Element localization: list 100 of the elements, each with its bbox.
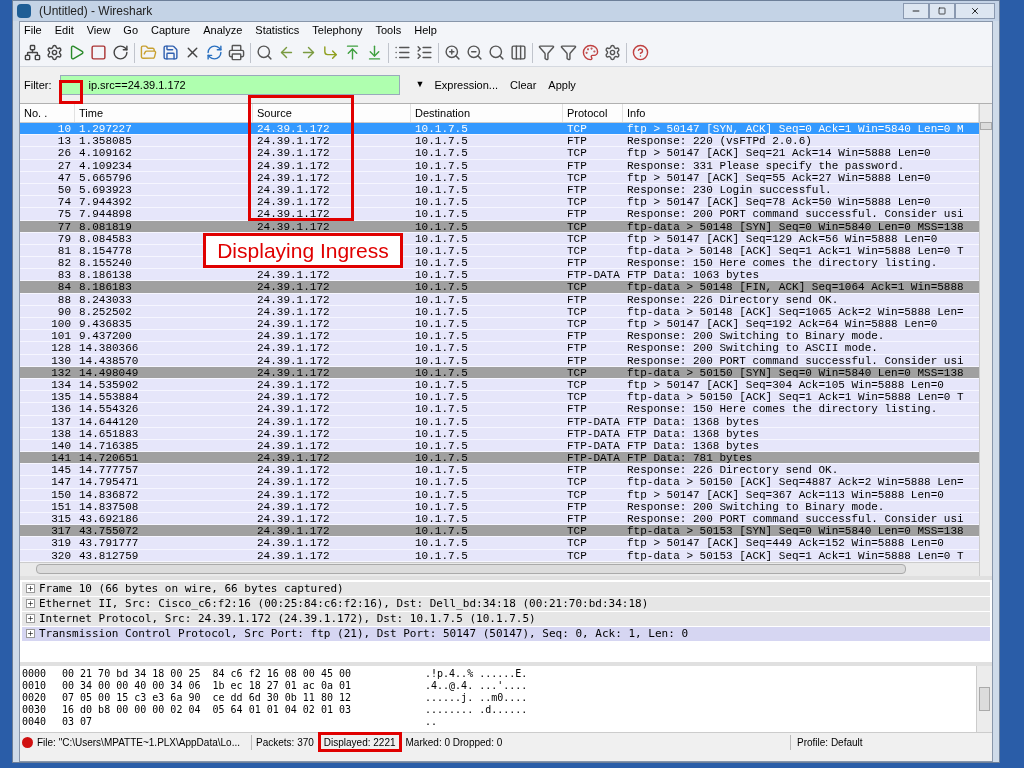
forward-icon[interactable] <box>300 44 317 61</box>
table-cell-text: TCP <box>566 488 588 500</box>
packet-row[interactable]: 319 43.791777 24.39.1.172 10.1.7.5 TCP ftp > 50147 [ACK] Seq=449 Ack=152 Win=5888 Len=0 <box>20 537 979 550</box>
table-cell-text: FTP <box>566 183 588 196</box>
dropdown-arrow[interactable]: ▼ <box>415 78 425 92</box>
table-cell-text: 9.437200 <box>78 330 133 342</box>
column-header[interactable]: Source <box>253 104 411 122</box>
preferences-icon[interactable] <box>604 44 621 61</box>
capture-filter-icon[interactable] <box>538 44 555 61</box>
table-cell-text: 88 <box>56 293 72 305</box>
packet-row[interactable]: 26 4.109162 24.39.1.172 10.1.7.5 TCP ftp > 50147 [ACK] Seq=21 Ack=14 Win=5888 Len=0 <box>20 147 979 160</box>
table-cell-text: 10.1.7.5 <box>414 513 469 525</box>
table-cell-text: 79 <box>56 232 72 244</box>
stop-icon[interactable] <box>90 44 107 61</box>
menu-item[interactable]: Go <box>123 22 139 39</box>
column-header[interactable]: Time <box>75 104 253 122</box>
interfaces-icon[interactable] <box>24 44 41 61</box>
packet-row[interactable]: 84 8.186183 24.39.1.172 10.1.7.5 TCP ftp-data > 50148 [FIN, ACK] Seq=1064 Ack=1 Win=5888 <box>20 281 979 294</box>
expand-icon[interactable] <box>26 614 35 624</box>
table-cell-text: 8.186138 <box>78 269 133 281</box>
table-cell-text: 43.791777 <box>78 537 140 549</box>
menu-item[interactable]: Edit <box>54 22 74 39</box>
hex-offset: 0020 <box>22 691 48 704</box>
table-cell-text: 14.535902 <box>78 378 140 391</box>
table-cell-text: TCP <box>566 147 588 159</box>
reload-icon[interactable] <box>206 44 223 61</box>
table-cell-text: 135 <box>50 391 72 403</box>
resize-columns-icon[interactable] <box>510 44 527 61</box>
last-icon[interactable] <box>366 44 383 61</box>
packet-row[interactable]: 101 9.437200 24.39.1.172 10.1.7.5 FTP Response: 200 Switching to Binary mode. <box>20 330 979 343</box>
menu-item[interactable]: Help <box>414 22 437 39</box>
filter-field[interactable]: ip.src==24.39.1.172 <box>59 75 400 95</box>
table-cell-text: FTP-DATA <box>566 439 621 452</box>
go-to-icon[interactable] <box>322 44 339 61</box>
packet-row[interactable]: 83 8.186138 24.39.1.172 10.1.7.5 FTP-DATA FTP Data: 1063 bytes <box>20 269 979 282</box>
expand-icon[interactable] <box>26 584 35 594</box>
zoom-in-icon[interactable] <box>444 44 461 61</box>
expand-icon[interactable] <box>26 599 35 609</box>
packet-row[interactable]: 13 1.358085 24.39.1.172 10.1.7.5 FTP Response: 220 (vsFTPd 2.0.6) <box>20 135 979 148</box>
table-cell-text: 14.498049 <box>78 366 140 378</box>
table-cell-text: TCP <box>566 220 588 232</box>
table-cell-text: 90 <box>56 305 72 317</box>
packet-row[interactable]: 74 7.944392 24.39.1.172 10.1.7.5 TCP ftp > 50147 [ACK] Seq=78 Ack=50 Win=5888 Len=0 <box>20 196 979 209</box>
coloring-icon[interactable] <box>582 44 599 61</box>
filter-action-button[interactable]: Expression... <box>432 76 500 94</box>
column-header[interactable]: Destination <box>411 104 563 122</box>
menu-item[interactable]: Analyze <box>203 22 243 39</box>
zoom-out-icon[interactable] <box>466 44 483 61</box>
menu-item[interactable]: Tools <box>375 22 402 39</box>
packet-row[interactable]: 128 14.380366 24.39.1.172 10.1.7.5 FTP Response: 200 Switching to ASCII mode. <box>20 342 979 355</box>
packet-row[interactable]: 141 14.720651 24.39.1.172 10.1.7.5 FTP-DATA FTP Data: 781 bytes <box>20 452 979 465</box>
minimize-icon[interactable] <box>903 3 929 19</box>
hex-offset: 0010 <box>22 679 48 692</box>
table-cell-text: 140 <box>50 439 72 452</box>
first-icon[interactable] <box>344 44 361 61</box>
menu-item[interactable]: Statistics <box>255 22 300 39</box>
table-cell-text: Response: 200 PORT command successful. Consider usi <box>626 354 964 366</box>
hex-ascii: .4..@.4. ...'.... <box>425 679 528 692</box>
menu-item[interactable]: File <box>24 22 42 39</box>
autoscroll-icon[interactable] <box>416 44 433 61</box>
save-icon[interactable] <box>162 44 179 61</box>
settings-icon[interactable] <box>46 44 63 61</box>
packet-row[interactable]: 315 43.692186 24.39.1.172 10.1.7.5 FTP Response: 200 PORT command successful. Consider usi <box>20 513 979 526</box>
menu-item[interactable]: Telephony <box>312 22 363 39</box>
table-cell-text: 1.297227 <box>78 123 133 135</box>
table-cell-text: 10.1.7.5 <box>414 537 469 549</box>
list-icon[interactable] <box>394 44 411 61</box>
packet-row[interactable]: 100 9.436835 24.39.1.172 10.1.7.5 TCP ftp > 50147 [ACK] Seq=192 Ack=64 Win=5888 Len=0 <box>20 318 979 331</box>
table-cell-text: 10.1.7.5 <box>414 500 469 512</box>
menu-item[interactable]: View <box>86 22 111 39</box>
vertical-scrollbar[interactable] <box>979 104 992 576</box>
menu-item[interactable]: Capture <box>151 22 191 39</box>
table-cell-text: 141 <box>50 452 72 464</box>
play-icon[interactable] <box>68 44 85 61</box>
packet-row[interactable]: 75 7.944898 24.39.1.172 10.1.7.5 FTP Response: 200 PORT command successful. Consider usi <box>20 208 979 221</box>
table-cell-text: 27 <box>56 159 72 171</box>
table-cell-text: 9.436835 <box>78 318 133 330</box>
column-header[interactable]: No. . <box>20 104 75 122</box>
table-cell: 24.39.1.172 <box>257 427 330 439</box>
table-cell-text: FTP-DATA <box>566 452 621 464</box>
zoom-reset-icon[interactable] <box>488 44 505 61</box>
printer-icon[interactable] <box>228 44 245 61</box>
detail-row[interactable]: Frame 10 (66 bytes on wire, 66 bytes captured) <box>22 581 990 597</box>
packet-row[interactable]: 136 14.554326 24.39.1.172 10.1.7.5 FTP Response: 150 Here comes the directory listing. <box>20 403 979 416</box>
packet-row[interactable]: 147 14.795471 24.39.1.172 10.1.7.5 TCP ftp-data > 50150 [ACK] Seq=4887 Ack=2 Win=5888 Len= <box>20 476 979 489</box>
packet-row[interactable]: 135 14.553884 24.39.1.172 10.1.7.5 TCP ftp-data > 50150 [ACK] Seq=1 Ack=1 Win=5888 Len=0 T <box>20 391 979 404</box>
display-filter-icon[interactable] <box>560 44 577 61</box>
packet-row[interactable]: 145 14.777757 24.39.1.172 10.1.7.5 FTP Response: 226 Directory send OK. <box>20 464 979 477</box>
hex-offset: 0000 <box>22 667 48 680</box>
restart-icon[interactable] <box>112 44 129 61</box>
packet-row[interactable]: 317 43.755072 24.39.1.172 10.1.7.5 TCP ftp-data > 50153 [SYN] Seq=0 Win=5840 Len=0 MSS=138 <box>20 525 979 538</box>
filter-action-button[interactable]: Apply <box>546 76 578 94</box>
help-icon[interactable] <box>632 44 649 61</box>
back-icon[interactable] <box>278 44 295 61</box>
expand-icon[interactable] <box>26 629 35 639</box>
column-header[interactable]: Protocol <box>563 104 623 122</box>
filter-action-button[interactable]: Clear <box>508 76 539 94</box>
search-icon[interactable] <box>256 44 273 61</box>
vertical-scrollbar[interactable] <box>976 665 992 732</box>
table-cell-text: 10.1.7.5 <box>414 305 469 317</box>
